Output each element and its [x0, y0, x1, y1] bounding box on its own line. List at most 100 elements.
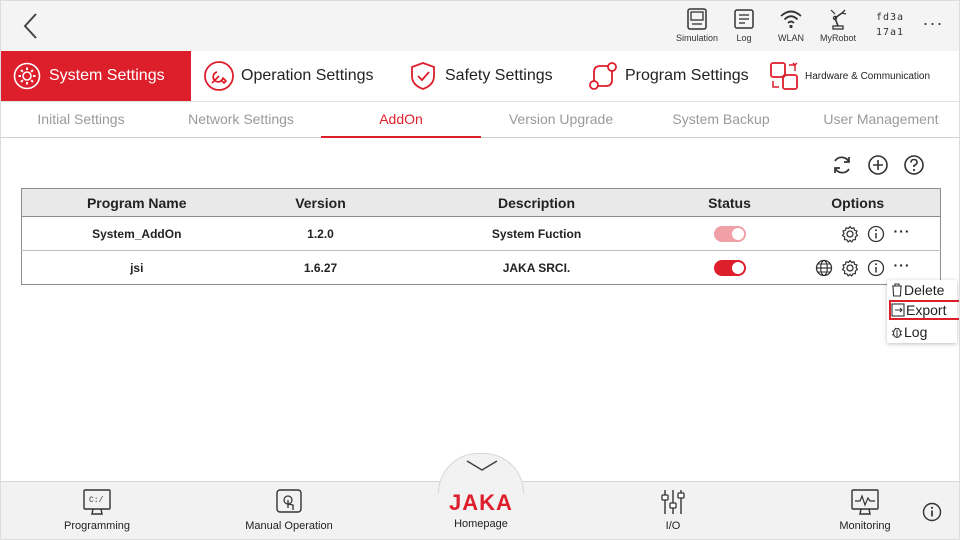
column-header-status: Status: [683, 188, 776, 217]
info-icon: [922, 502, 942, 522]
globe-icon[interactable]: [814, 258, 834, 278]
toggle-knob: [731, 261, 744, 274]
bug-icon: [891, 327, 903, 339]
jaka-logo: JAKA: [449, 490, 513, 515]
cell-version: 1.6.27: [303, 260, 338, 275]
refresh-button[interactable]: [831, 154, 853, 176]
system-settings-icon: [11, 60, 43, 92]
menu-item-log-label: Log: [904, 324, 928, 340]
menu-item-delete-label: Delete: [904, 282, 945, 298]
table-header-row: Program Name Version Description Status …: [21, 188, 941, 217]
wlan-button[interactable]: WLAN: [766, 7, 816, 47]
tab-operation-settings[interactable]: Operation Settings: [191, 51, 383, 101]
back-button[interactable]: [17, 11, 47, 41]
tab-safety-settings[interactable]: Safety Settings: [383, 51, 573, 101]
menu-item-delete[interactable]: Delete: [891, 280, 953, 300]
top-bar: Simulation Log WLAN MyRobot fd3a 17a1 ··…: [1, 1, 959, 51]
chevron-left-icon: [23, 13, 37, 39]
more-options-button[interactable]: ···: [892, 224, 912, 242]
cell-status: [684, 251, 776, 285]
subtab-user-management[interactable]: User Management: [801, 102, 959, 138]
menu-item-export-label: Export: [906, 302, 947, 318]
svg-text:C:/: C:/: [89, 496, 104, 505]
addon-table: Program Name Version Description Status …: [21, 188, 941, 285]
simulation-label: Simulation: [675, 33, 719, 43]
options-group: ···: [776, 224, 941, 244]
nav-monitoring[interactable]: Monitoring: [810, 488, 920, 538]
nav-manual-operation[interactable]: Manual Operation: [234, 488, 344, 538]
cell-program-name: System_AddOn: [21, 216, 252, 251]
cell-status: [683, 216, 776, 251]
device-id-line1: fd3a: [875, 12, 905, 23]
column-header-version: Version: [251, 188, 390, 217]
menu-item-export[interactable]: Export: [889, 300, 959, 320]
subtab-initial-settings[interactable]: Initial Settings: [1, 102, 161, 138]
nav-io-label: I/O: [665, 520, 681, 532]
tab-hardware-communication[interactable]: Hardware & Communication: [763, 51, 959, 101]
shield-icon: [407, 60, 439, 92]
system-info-button[interactable]: [921, 501, 943, 523]
nav-monitoring-label: Monitoring: [839, 520, 891, 532]
status-toggle[interactable]: [713, 225, 746, 242]
tab-safety-settings-label: Safety Settings: [445, 67, 553, 84]
more-options-button[interactable]: ···: [892, 258, 912, 276]
sub-tabs: Initial Settings Network Settings AddOn …: [1, 101, 959, 138]
nav-io[interactable]: I/O: [618, 488, 728, 538]
subtab-system-backup[interactable]: System Backup: [641, 102, 801, 138]
log-icon: [734, 9, 754, 29]
nav-homepage[interactable]: JAKA Homepage: [426, 488, 536, 538]
device-id-line2: 17a1: [875, 27, 905, 38]
refresh-icon: [834, 156, 850, 174]
tab-program-settings[interactable]: Program Settings: [573, 51, 763, 101]
gear-icon[interactable]: [840, 224, 860, 244]
wlan-label: WLAN: [777, 33, 804, 43]
subtab-addon[interactable]: AddOn: [321, 102, 481, 138]
column-header-options: Options: [775, 188, 941, 217]
export-icon: [891, 303, 905, 317]
question-icon: [904, 155, 924, 175]
simulation-button[interactable]: Simulation: [672, 7, 722, 47]
program-settings-icon: [587, 60, 619, 92]
simulation-icon: [687, 8, 707, 30]
options-menu: Delete Export Log: [887, 280, 959, 343]
wifi-icon: [780, 10, 802, 29]
tab-system-settings-label: System Settings: [49, 67, 165, 84]
nav-homepage-label: Homepage: [454, 518, 508, 530]
log-button[interactable]: Log: [719, 7, 769, 47]
myrobot-button[interactable]: MyRobot: [813, 7, 863, 47]
add-button[interactable]: [867, 154, 889, 176]
trash-icon: [892, 283, 902, 297]
subtab-network-settings[interactable]: Network Settings: [161, 102, 321, 138]
touch-icon: [276, 489, 302, 513]
column-header-description: Description: [389, 188, 684, 217]
tab-operation-settings-label: Operation Settings: [241, 67, 374, 84]
options-group: ···: [776, 258, 941, 278]
nav-programming-label: Programming: [63, 520, 131, 532]
gear-icon[interactable]: [840, 258, 860, 278]
device-id: fd3a 17a1: [867, 10, 913, 40]
menu-item-log[interactable]: Log: [891, 322, 953, 342]
subtab-version-upgrade[interactable]: Version Upgrade: [481, 102, 641, 138]
info-icon[interactable]: [866, 258, 886, 278]
cell-options: ···: [775, 216, 941, 251]
cell-version: 1.2.0: [251, 216, 390, 251]
tab-program-settings-label: Program Settings: [625, 67, 749, 84]
chevron-down-icon: [466, 460, 498, 471]
cell-description: JAKA SRCI.: [502, 260, 571, 275]
table-row: System_AddOn 1.2.0 System Fuction ···: [21, 216, 941, 251]
hardware-icon: [769, 60, 799, 92]
plus-circle-icon: [868, 155, 888, 175]
tab-hardware-communication-label: Hardware & Communication: [805, 70, 931, 82]
toggle-knob: [731, 227, 744, 240]
status-toggle[interactable]: [713, 259, 746, 276]
collapse-button[interactable]: [438, 453, 524, 493]
tab-system-settings[interactable]: System Settings: [1, 51, 191, 101]
sliders-icon: [661, 490, 685, 514]
cell-description: System Fuction: [389, 216, 684, 251]
operation-settings-icon: [203, 60, 235, 92]
help-button[interactable]: [903, 154, 925, 176]
log-label: Log: [736, 33, 752, 43]
info-icon[interactable]: [866, 224, 886, 244]
nav-programming[interactable]: C:/ Programming: [42, 488, 152, 538]
more-button[interactable]: ···: [919, 13, 947, 37]
